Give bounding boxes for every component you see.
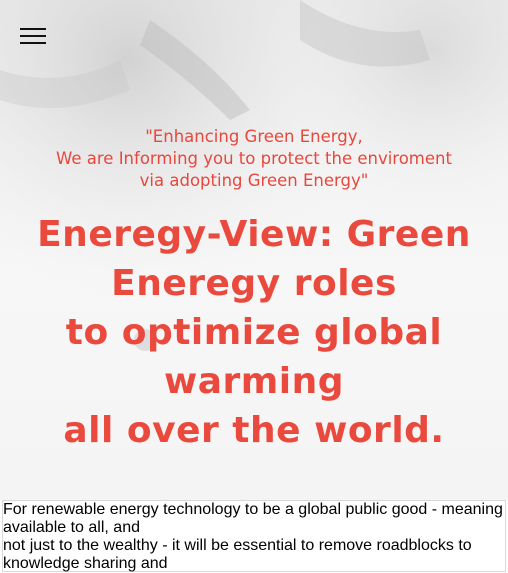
intro-panel: For renewable energy technology to be a … — [2, 500, 506, 572]
hamburger-menu-icon-bar — [20, 28, 46, 30]
hero-section: "Enhancing Green Energy, We are Informin… — [0, 0, 508, 500]
hero-headline: Eneregy-View: Green Eneregy roles to opt… — [0, 210, 508, 455]
menu-button[interactable] — [18, 24, 48, 48]
paragraph-line: not just to the wealthy - it will be ess… — [3, 537, 472, 572]
headline-line: to optimize global — [65, 312, 443, 353]
headline-line: all over the world. — [63, 410, 445, 451]
hamburger-menu-icon-bar — [20, 42, 46, 44]
hamburger-menu-icon-bar — [20, 35, 46, 37]
tagline-line: "Enhancing Green Energy, — [145, 127, 363, 146]
tagline-line: We are Informing you to protect the envi… — [56, 149, 452, 168]
headline-line: Eneregy-View: Green — [37, 214, 471, 255]
hero-tagline: "Enhancing Green Energy, We are Informin… — [20, 126, 488, 192]
headline-line: warming — [163, 361, 345, 402]
headline-line: Eneregy roles — [111, 263, 397, 304]
paragraph-line: For renewable energy technology to be a … — [3, 501, 503, 536]
tagline-line: via adopting Green Energy" — [139, 171, 369, 190]
